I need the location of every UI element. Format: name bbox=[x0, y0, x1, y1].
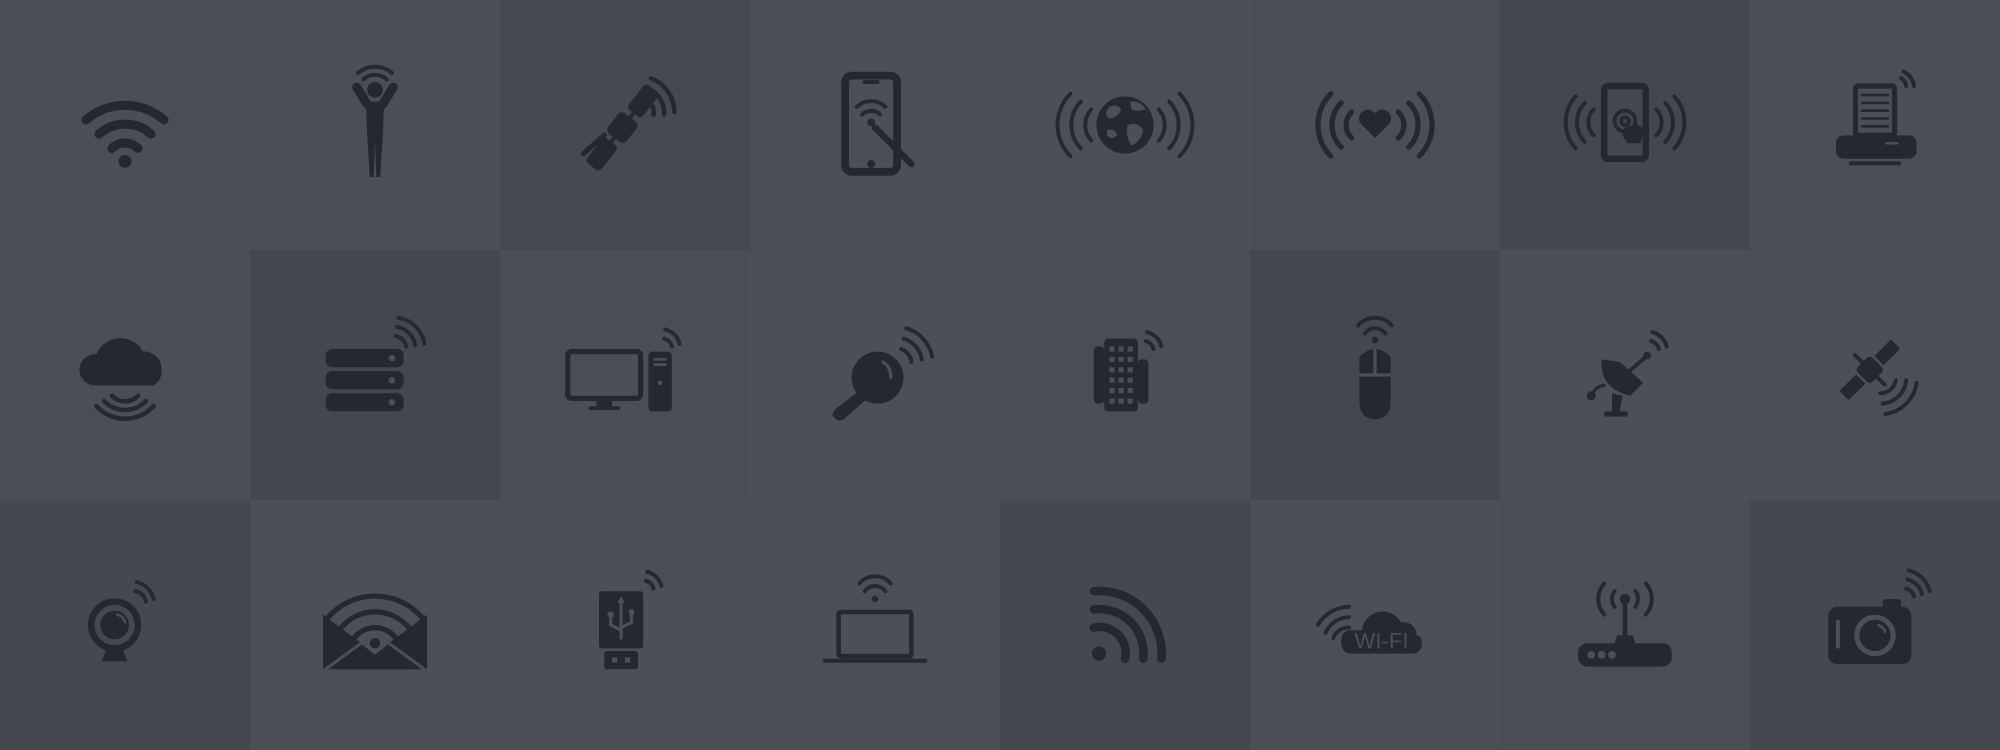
tile-router bbox=[1500, 500, 1750, 750]
magnifier-wifi-icon bbox=[832, 326, 935, 421]
tile-desktop-computer-wifi bbox=[500, 250, 750, 500]
tile-server-stack-wifi bbox=[250, 250, 500, 500]
tile-laptop-wifi bbox=[750, 500, 1000, 750]
laptop-wifi-icon bbox=[823, 574, 927, 663]
globe-signal-icon bbox=[1055, 91, 1195, 159]
tile-magnifier-wifi bbox=[750, 250, 1000, 500]
tile-wifi-cloud: WI-FI bbox=[1250, 500, 1500, 750]
tile-satellite-dish-wifi bbox=[1500, 250, 1750, 500]
mouse-wifi-icon bbox=[1356, 315, 1394, 420]
tablet-wifi-stylus-icon bbox=[841, 71, 915, 176]
envelope-wifi-icon bbox=[323, 593, 427, 670]
tile-tablet-touch-signal bbox=[1500, 0, 1750, 250]
tile-person-wireless bbox=[250, 0, 500, 250]
router-icon bbox=[1578, 581, 1672, 667]
heart-signal-icon bbox=[1315, 91, 1435, 159]
tile-cloud-signal bbox=[0, 250, 250, 500]
camera-wifi-icon bbox=[1828, 568, 1932, 664]
server-stack-wifi-icon bbox=[325, 315, 427, 412]
tablet-touch-signal-icon bbox=[1563, 82, 1687, 163]
tile-rss-feed bbox=[1000, 500, 1250, 750]
icon-grid: WI-FI bbox=[0, 0, 2000, 750]
tile-fax-machine-wifi bbox=[1750, 0, 2000, 250]
desktop-computer-wifi-icon bbox=[565, 327, 682, 412]
satellite-waves-icon bbox=[1840, 340, 1919, 416]
tile-webcam-wifi bbox=[0, 500, 250, 750]
tile-phone-keypad-wifi bbox=[1000, 250, 1250, 500]
satellite-dish-wifi-icon bbox=[1586, 330, 1669, 417]
tile-satellite-waves bbox=[1750, 250, 2000, 500]
rss-feed-icon bbox=[1089, 586, 1166, 664]
tile-usb-drive-wifi bbox=[500, 500, 750, 750]
webcam-wifi-icon bbox=[87, 580, 156, 662]
phone-keypad-wifi-icon bbox=[1093, 330, 1164, 412]
fax-machine-wifi-icon bbox=[1836, 69, 1917, 166]
tile-envelope-wifi bbox=[250, 500, 500, 750]
tile-satellite-signal bbox=[500, 0, 750, 250]
tile-tablet-wifi-stylus bbox=[750, 0, 1000, 250]
satellite-signal-icon bbox=[580, 75, 677, 171]
wifi-cloud-icon: WI-FI bbox=[1315, 604, 1422, 654]
cloud-signal-icon bbox=[79, 338, 162, 421]
wifi-icon bbox=[81, 100, 169, 168]
person-wireless-icon bbox=[352, 64, 398, 177]
tile-wifi bbox=[0, 0, 250, 250]
tile-mouse-wifi bbox=[1250, 250, 1500, 500]
tile-globe-signal bbox=[1000, 0, 1250, 250]
wifi-cloud-label: WI-FI bbox=[1355, 628, 1409, 653]
usb-drive-wifi-icon bbox=[599, 569, 664, 670]
tile-camera-wifi bbox=[1750, 500, 2000, 750]
tile-heart-signal bbox=[1250, 0, 1500, 250]
